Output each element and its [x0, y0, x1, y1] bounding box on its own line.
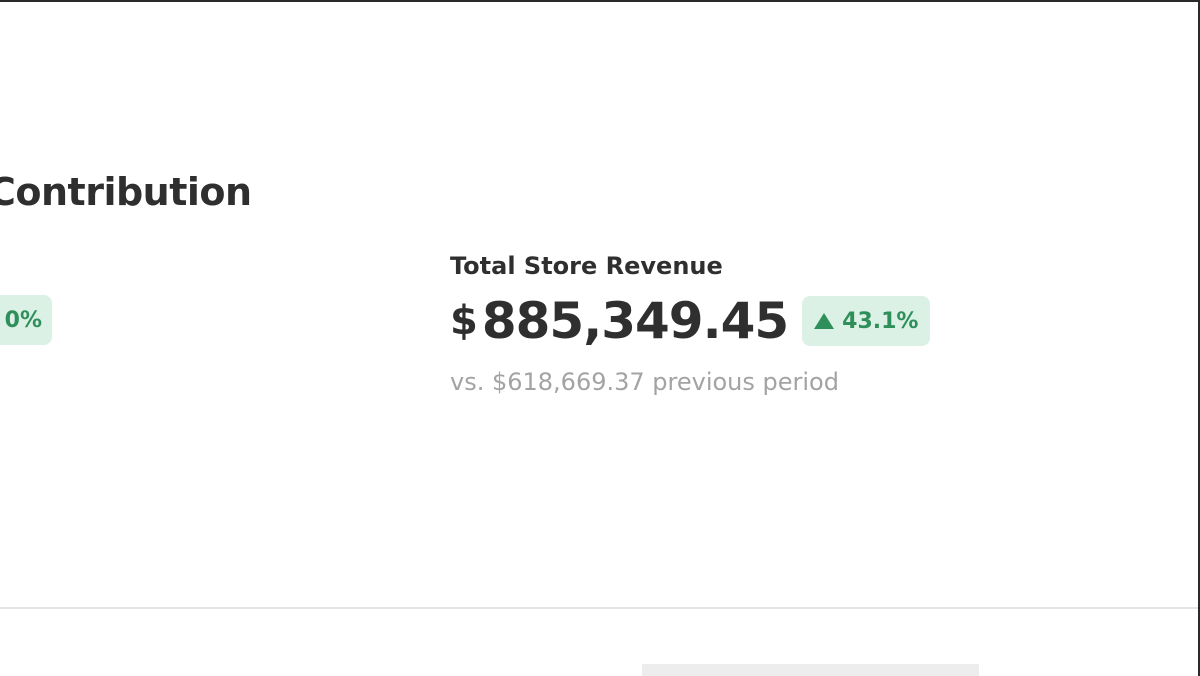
left-change-badge: 0%: [0, 295, 52, 345]
section-title: Contribution: [0, 170, 252, 214]
metric-value: 885,349.45: [481, 292, 789, 350]
dashboard-panel: Contribution 0% Total Store Revenue $ 88…: [0, 0, 1200, 676]
currency-symbol: $: [450, 298, 478, 344]
change-percentage: 43.1%: [842, 308, 919, 334]
change-badge: 43.1%: [802, 296, 931, 346]
total-store-revenue-card: Total Store Revenue $ 885,349.45 43.1% v…: [450, 252, 1050, 396]
content-placeholder: [642, 664, 979, 676]
metric-label: Total Store Revenue: [450, 252, 723, 280]
section-divider: [0, 607, 1198, 609]
comparison-text: vs. $618,669.37 previous period: [450, 368, 839, 396]
metric-value-row: $ 885,349.45 43.1%: [450, 292, 1050, 350]
up-arrow-icon: [814, 313, 835, 329]
